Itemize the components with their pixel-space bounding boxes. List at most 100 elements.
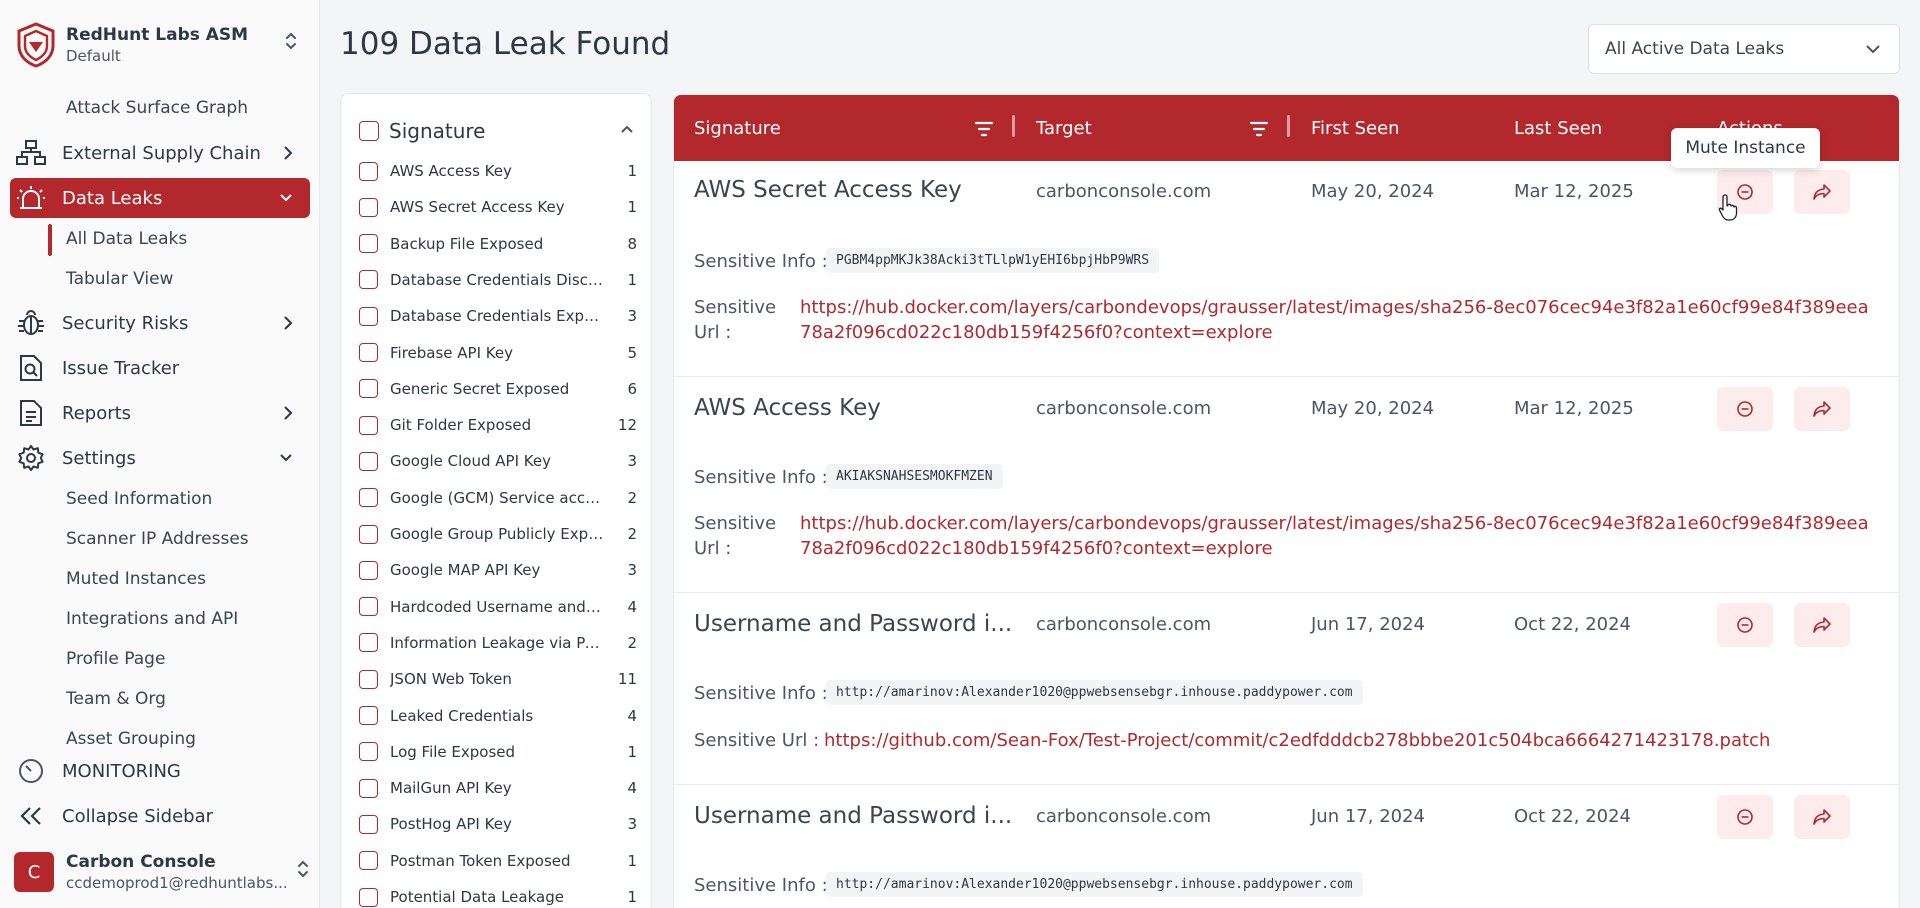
sidebar-item-reports[interactable]: Reports (10, 393, 310, 433)
sidebar-sub-profile-page[interactable]: Profile Page (66, 644, 165, 674)
signature-checkbox[interactable] (359, 742, 378, 762)
signature-checkbox[interactable] (359, 488, 378, 508)
row-signature[interactable]: Username and Password i... (694, 803, 1012, 829)
signature-filter-count: 1 (627, 162, 637, 180)
mute-icon (1737, 809, 1753, 825)
col-target[interactable]: Target (1036, 118, 1092, 139)
sensitive-url-link[interactable]: https://github.com/Sean-Fox/Test-Project… (824, 728, 1884, 753)
share-button[interactable] (1794, 795, 1850, 839)
signature-filter-item[interactable]: Database Credentials Disclosed 1 (359, 266, 637, 294)
signature-checkbox[interactable] (359, 814, 378, 834)
signature-filter-item[interactable]: Database Credentials Exposed 3 (359, 302, 637, 330)
sidebar-sub-integrations-api[interactable]: Integrations and API (66, 604, 238, 634)
signature-filter-item[interactable]: Google Cloud API Key 3 (359, 447, 637, 475)
signature-filter-item[interactable]: Git Folder Exposed 12 (359, 411, 637, 439)
sidebar-sub-team-org[interactable]: Team & Org (66, 684, 166, 714)
signature-checkbox[interactable] (359, 597, 378, 617)
user-menu[interactable]: C Carbon Console ccdemoprod1@redhuntlabs… (14, 848, 310, 896)
signature-checkbox[interactable] (359, 197, 378, 217)
sidebar-sub-all-data-leaks[interactable]: All Data Leaks (66, 224, 187, 254)
signature-filter-item[interactable]: Backup File Exposed 8 (359, 230, 637, 258)
sensitive-info-label: Sensitive Info : (694, 467, 828, 488)
sidebar-sub-attack-surface-graph[interactable]: Attack Surface Graph (66, 93, 248, 123)
sidebar-sub-seed-information[interactable]: Seed Information (66, 484, 212, 514)
signature-checkbox[interactable] (359, 234, 378, 254)
row-last-seen: Mar 12, 2025 (1514, 398, 1634, 419)
sidebar-item-external-supply-chain[interactable]: External Supply Chain (10, 133, 310, 173)
col-last-seen[interactable]: Last Seen (1514, 118, 1602, 139)
status-filter-dropdown[interactable]: All Active Data Leaks (1588, 24, 1900, 74)
signature-filter-item[interactable]: PostHog API Key 3 (359, 810, 637, 838)
app: RedHunt Labs ASM Default Attack Surface … (0, 0, 1920, 908)
column-resize-handle[interactable] (1012, 115, 1015, 137)
signature-checkbox[interactable] (359, 451, 378, 471)
sidebar-sub-tabular-view[interactable]: Tabular View (66, 264, 173, 294)
filter-icon[interactable] (974, 119, 994, 139)
row-signature[interactable]: Username and Password i... (694, 611, 1012, 637)
signature-filter-item[interactable]: Generic Secret Exposed 6 (359, 375, 637, 403)
signature-filter-count: 1 (627, 851, 637, 870)
col-first-seen[interactable]: First Seen (1311, 118, 1400, 139)
signature-filter-item[interactable]: Leaked Credentials 4 (359, 702, 637, 730)
signature-checkbox[interactable] (359, 706, 378, 725)
signature-filter-item[interactable]: JSON Web Token 11 (359, 665, 637, 693)
signature-checkbox[interactable] (359, 633, 378, 653)
chevron-up-icon[interactable] (619, 122, 635, 136)
sidebar-item-security-risks[interactable]: Security Risks (10, 303, 310, 343)
signature-filter-item[interactable]: Potential Data Leakage 1 (359, 883, 637, 908)
signature-filter-header[interactable]: Signature (359, 116, 639, 146)
sensitive-url-link[interactable]: https://hub.docker.com/layers/carbondevo… (800, 295, 1880, 345)
signature-checkbox[interactable] (359, 306, 378, 326)
select-all-checkbox[interactable] (359, 121, 379, 141)
signature-checkbox[interactable] (359, 343, 378, 362)
signature-filter-item[interactable]: Firebase API Key 5 (359, 339, 637, 367)
share-button[interactable] (1794, 387, 1850, 431)
signature-filter-count: 8 (627, 234, 637, 253)
sidebar-sub-muted-instances[interactable]: Muted Instances (66, 564, 206, 594)
signature-checkbox[interactable] (359, 524, 378, 544)
signature-checkbox[interactable] (359, 415, 378, 435)
signature-checkbox[interactable] (359, 560, 378, 580)
org-switcher[interactable]: RedHunt Labs ASM Default (16, 18, 306, 72)
row-last-seen: Mar 12, 2025 (1514, 181, 1634, 202)
signature-filter-item[interactable]: Log File Exposed 1 (359, 738, 637, 766)
mute-instance-button[interactable] (1717, 795, 1773, 839)
signature-filter-item[interactable]: Google Group Publicly Exposed 2 (359, 520, 637, 548)
filter-icon[interactable] (1249, 119, 1269, 139)
sidebar-item-data-leaks[interactable]: Data Leaks (10, 178, 310, 218)
sidebar-item-settings[interactable]: Settings (10, 438, 310, 478)
sensitive-info-label: Sensitive Info : (694, 875, 828, 896)
signature-checkbox[interactable] (359, 379, 378, 399)
sidebar-sub-asset-grouping[interactable]: Asset Grouping (66, 724, 196, 754)
signature-filter-label: Potential Data Leakage (390, 888, 564, 906)
share-button[interactable] (1794, 603, 1850, 647)
signature-checkbox[interactable] (359, 887, 378, 907)
signature-filter-label: Google MAP API Key (390, 561, 541, 580)
signature-filter-item[interactable]: Information Leakage via Paste... 2 (359, 629, 637, 657)
signature-filter-item[interactable]: AWS Secret Access Key 1 (359, 193, 637, 221)
sidebar-item-issue-tracker[interactable]: Issue Tracker (10, 348, 310, 388)
sensitive-url-link[interactable]: https://hub.docker.com/layers/carbondevo… (800, 511, 1880, 561)
collapse-sidebar-button[interactable]: Collapse Sidebar (10, 796, 310, 836)
signature-checkbox[interactable] (359, 778, 378, 798)
row-signature[interactable]: AWS Access Key (694, 395, 881, 421)
mute-instance-button[interactable] (1717, 603, 1773, 647)
col-signature[interactable]: Signature (694, 118, 781, 139)
signature-checkbox[interactable] (359, 161, 378, 181)
column-resize-handle[interactable] (1287, 115, 1290, 137)
sidebar-sub-scanner-ip-addresses[interactable]: Scanner IP Addresses (66, 524, 249, 554)
signature-checkbox[interactable] (359, 851, 378, 871)
signature-filter-item[interactable]: Postman Token Exposed 1 (359, 847, 637, 875)
signature-filter-item[interactable]: Hardcoded Username and Pas... 4 (359, 593, 637, 621)
sensitive-info-value: AKIAKSNAHSESMOKFMZEN (826, 464, 1003, 489)
signature-filter-item[interactable]: Google (GCM) Service account 2 (359, 484, 637, 512)
mute-instance-button[interactable] (1717, 387, 1773, 431)
signature-filter-item[interactable]: MailGun API Key 4 (359, 774, 637, 802)
row-signature[interactable]: AWS Secret Access Key (694, 177, 962, 203)
signature-filter-item[interactable]: AWS Access Key 1 (359, 157, 637, 185)
signature-filter-item[interactable]: Google MAP API Key 3 (359, 556, 637, 584)
signature-checkbox[interactable] (359, 270, 378, 290)
signature-checkbox[interactable] (359, 669, 378, 689)
share-button[interactable] (1794, 170, 1850, 214)
sidebar-item-monitoring[interactable]: MONITORING (10, 751, 310, 791)
